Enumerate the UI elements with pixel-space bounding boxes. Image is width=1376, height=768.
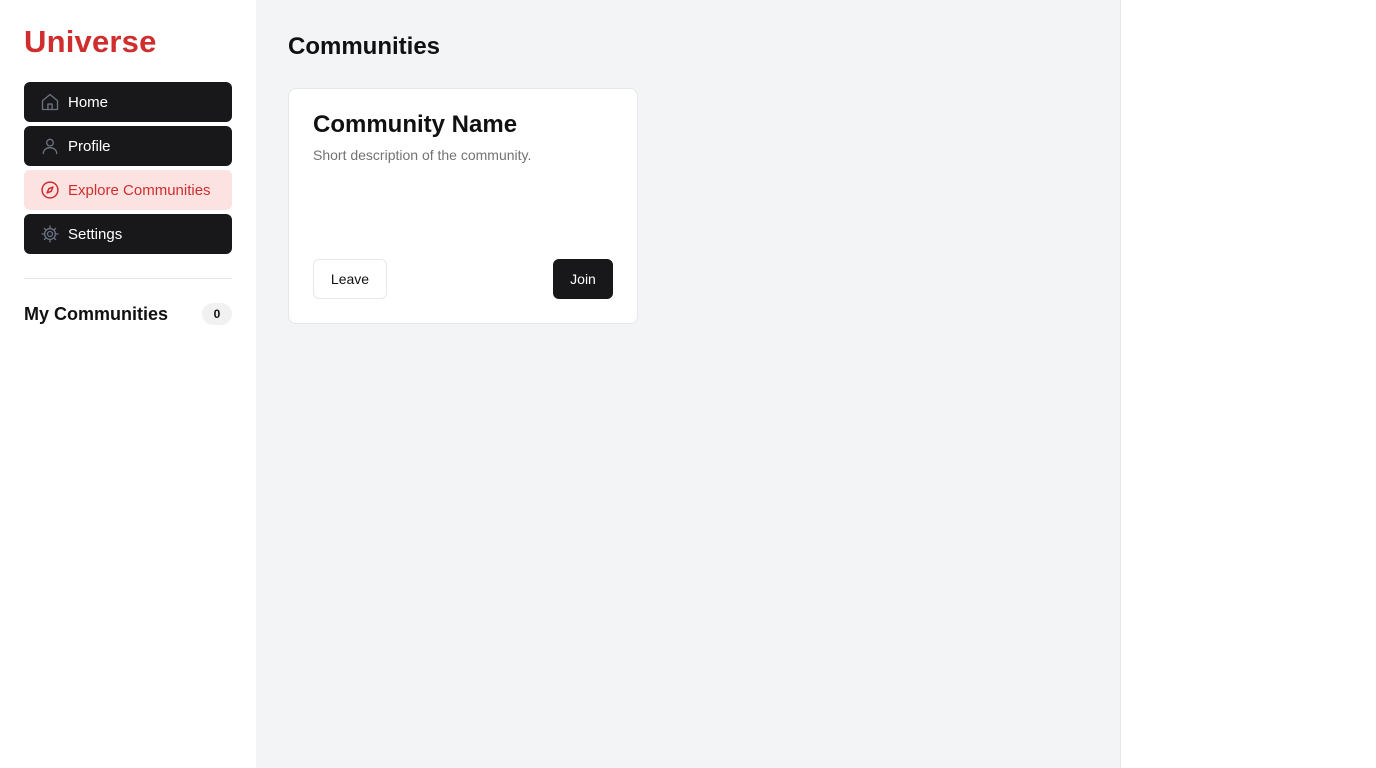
leave-button[interactable]: Leave bbox=[313, 259, 387, 299]
home-icon bbox=[40, 92, 60, 112]
sidebar-item-settings[interactable]: Settings bbox=[24, 214, 232, 254]
sidebar-nav: Home Profile Explore Communities Setting… bbox=[24, 82, 232, 254]
sidebar-item-label: Home bbox=[68, 93, 109, 111]
my-communities-header: My Communities 0 bbox=[24, 303, 232, 325]
user-icon bbox=[40, 136, 60, 156]
sidebar-item-label: Profile bbox=[68, 137, 111, 155]
sidebar-item-explore-communities[interactable]: Explore Communities bbox=[24, 170, 232, 210]
sidebar: Universe Home Profile Explore Communitie… bbox=[0, 0, 256, 768]
right-panel bbox=[1121, 0, 1376, 768]
app-root: Universe Home Profile Explore Communitie… bbox=[0, 0, 1376, 768]
join-button[interactable]: Join bbox=[553, 259, 613, 299]
community-description: Short description of the community. bbox=[313, 147, 532, 163]
sidebar-item-label: Settings bbox=[68, 225, 123, 243]
community-name: Community Name bbox=[313, 111, 518, 138]
sidebar-divider bbox=[24, 278, 232, 279]
page-title: Communities bbox=[288, 33, 441, 60]
gear-icon bbox=[40, 224, 60, 244]
my-communities-count-badge: 0 bbox=[202, 303, 232, 325]
card-actions: Leave Join bbox=[313, 259, 613, 299]
brand-logo[interactable]: Universe bbox=[24, 24, 232, 60]
compass-icon bbox=[40, 180, 60, 200]
sidebar-item-profile[interactable]: Profile bbox=[24, 126, 232, 166]
community-card: Community Name Short description of the … bbox=[288, 88, 638, 324]
my-communities-title: My Communities bbox=[24, 303, 169, 324]
sidebar-item-label: Explore Communities bbox=[68, 181, 211, 199]
main-content: Communities Community Name Short descrip… bbox=[256, 0, 1121, 768]
sidebar-item-home[interactable]: Home bbox=[24, 82, 232, 122]
